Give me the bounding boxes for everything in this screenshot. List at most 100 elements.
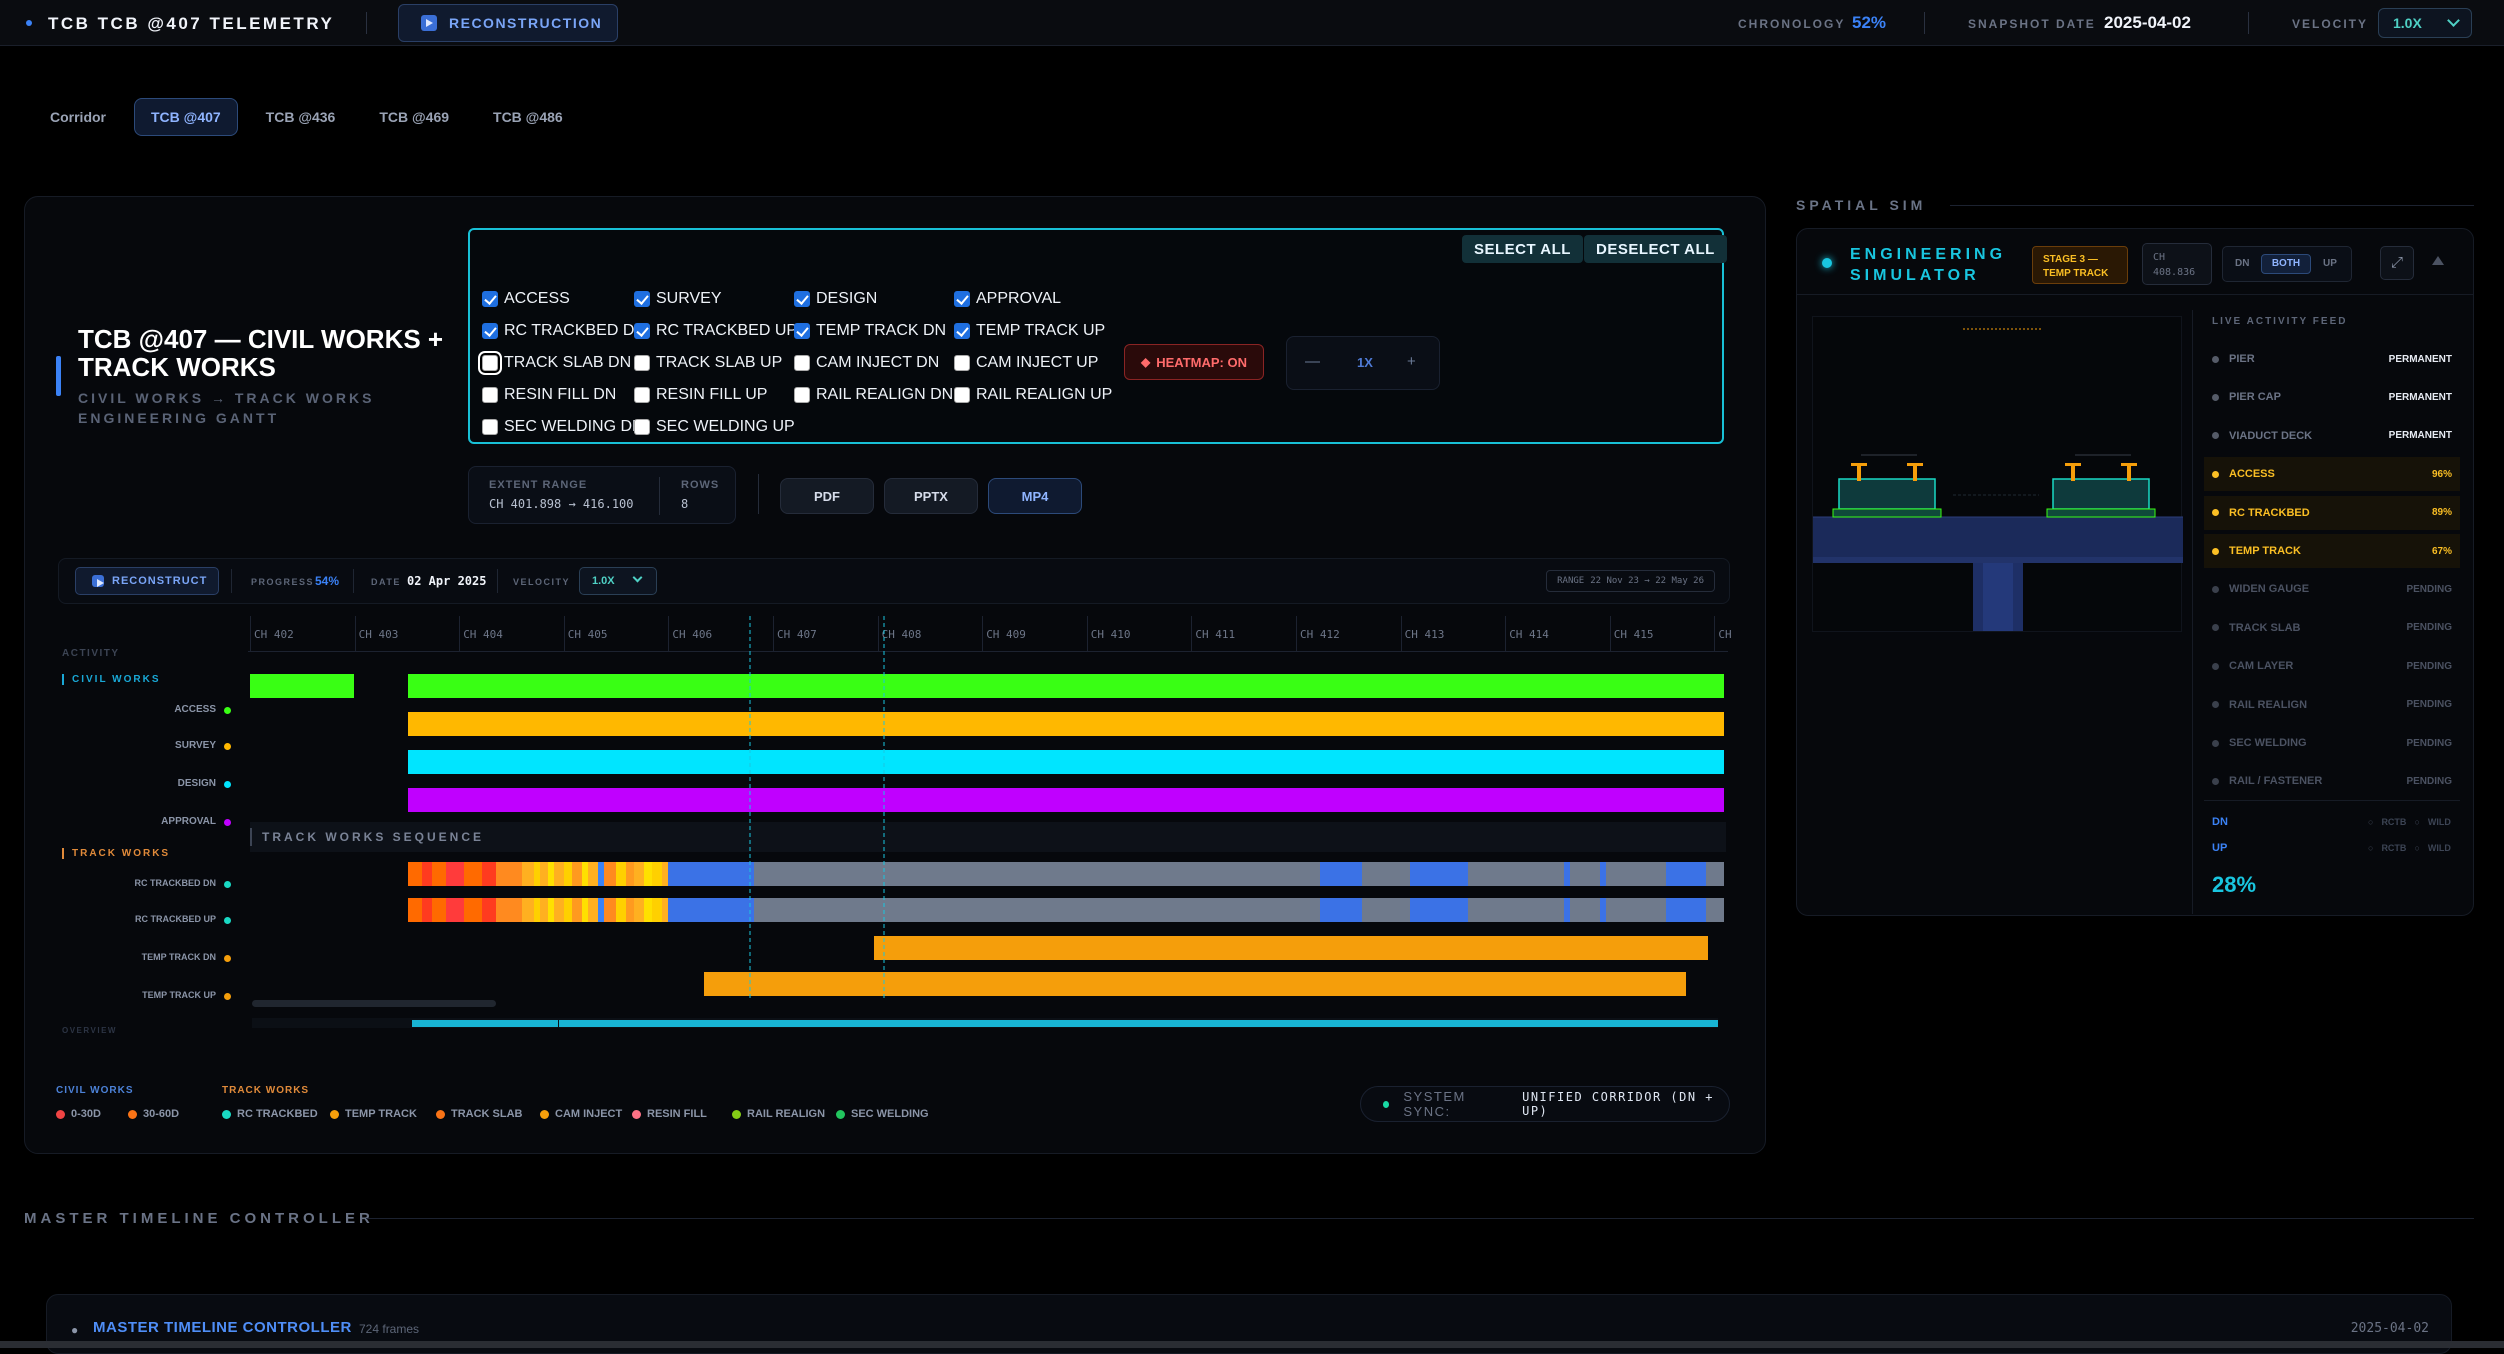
filter-checkbox-resin-fill-dn[interactable]: RESIN FILL DN <box>482 386 616 404</box>
tab-tcb-469[interactable]: TCB @469 <box>363 98 465 136</box>
filter-checkbox-approval[interactable]: APPROVAL <box>954 290 1061 308</box>
direction-up[interactable]: UP <box>2323 258 2337 269</box>
feed-status-dot <box>2212 701 2219 709</box>
tab-tcb-407[interactable]: TCB @407 <box>134 98 238 136</box>
select-all-button[interactable]: SELECT ALL <box>1462 235 1583 263</box>
chainage-gridline <box>1505 616 1507 652</box>
filter-checkbox-access[interactable]: ACCESS <box>482 290 570 308</box>
chainage-gridline <box>1714 616 1716 652</box>
filter-checkbox-survey[interactable]: SURVEY <box>634 290 722 308</box>
activity-color-dot <box>224 707 231 714</box>
master-timeline-header: MASTER TIMELINE CONTROLLER <box>24 1210 374 1227</box>
filter-checkbox-design[interactable]: DESIGN <box>794 290 877 308</box>
feed-label: SEC WELDING <box>2229 737 2307 749</box>
master-date: 2025-04-02 <box>2350 1321 2429 1336</box>
sync-status-dot <box>1383 1100 1390 1108</box>
zoom-out-button[interactable]: — <box>1305 353 1320 370</box>
date-value: 02 Apr 2025 <box>407 574 487 588</box>
checkbox-icon <box>482 419 498 435</box>
subtitle-line: CIVIL WORKS → TRACK WORKS <box>78 390 375 406</box>
zoom-in-button[interactable]: + <box>1407 353 1416 370</box>
legend-item: CAM INJECT <box>540 1108 622 1120</box>
export-pdf-button[interactable]: PDF <box>780 478 874 514</box>
export-pptx-button[interactable]: PPTX <box>884 478 978 514</box>
expand-icon[interactable]: ⤢ <box>2380 246 2414 280</box>
sim-title: ENGINEERING SIMULATOR <box>1850 244 2006 286</box>
chainage-gridline <box>563 616 565 652</box>
gantt-horizontal-scrollbar[interactable] <box>252 1000 496 1007</box>
feed-status: PERMANENT <box>2388 430 2452 442</box>
activity-color-dot <box>224 881 231 888</box>
app-title: TCB TCB @407 TELEMETRY <box>48 14 335 33</box>
chainage-gridline <box>1086 616 1088 652</box>
filter-checkbox-sec-welding-dn[interactable]: SEC WELDING DN <box>482 418 644 436</box>
legend-item: TEMP TRACK <box>330 1108 417 1120</box>
filter-checkbox-cam-inject-dn[interactable]: CAM INJECT DN <box>794 354 939 372</box>
feed-label: RAIL / FASTENER <box>2229 775 2323 788</box>
filter-checkbox-track-slab-up[interactable]: TRACK SLAB UP <box>634 354 782 372</box>
checkbox-icon <box>954 323 970 339</box>
chainage-tick-label: CH 410 <box>1090 628 1131 641</box>
gantt-velocity-select[interactable]: 1.0X <box>579 567 657 595</box>
overview-window <box>412 1020 1718 1027</box>
feed-status: 89% <box>2431 507 2452 519</box>
play-icon <box>92 575 104 587</box>
filter-checkbox-rail-realign-dn[interactable]: RAIL REALIGN DN <box>794 386 953 404</box>
chainage-gridline <box>668 616 670 652</box>
chainage-tick-label: CH <box>1718 628 1732 641</box>
zoom-control: — 1X + <box>1286 336 1440 390</box>
stage-line: TEMP TRACK <box>2043 268 2109 279</box>
rctb-dot-icon: ○ <box>2368 817 2374 827</box>
filter-checkbox-temp-track-up[interactable]: TEMP TRACK UP <box>954 322 1105 340</box>
legend-dot <box>540 1109 549 1119</box>
reconstruct-button[interactable]: RECONSTRUCT <box>75 567 219 595</box>
checkbox-icon <box>794 323 810 339</box>
filter-checkbox-temp-track-dn[interactable]: TEMP TRACK DN <box>794 322 946 340</box>
legend-label: TEMP TRACK <box>345 1108 417 1120</box>
heatmap-toggle[interactable]: ◆ HEATMAP: ON <box>1124 344 1264 380</box>
activity-color-dot <box>224 781 231 788</box>
chainage-tick-label: CH 415 <box>1613 628 1654 641</box>
velocity-select[interactable]: 1.0X <box>2378 8 2472 38</box>
filter-checkbox-rail-realign-up[interactable]: RAIL REALIGN UP <box>954 386 1112 404</box>
collapse-icon[interactable] <box>2432 256 2444 265</box>
legend-civil-title: CIVIL WORKS <box>56 1085 134 1096</box>
filter-checkbox-cam-inject-up[interactable]: CAM INJECT UP <box>954 354 1098 372</box>
filter-checkbox-resin-fill-up[interactable]: RESIN FILL UP <box>634 386 767 404</box>
zoom-level: 1X <box>1357 355 1373 370</box>
legend-dot <box>732 1109 741 1119</box>
legend-dot <box>330 1109 339 1119</box>
overview-marker <box>558 1018 559 1028</box>
tab-corridor[interactable]: Corridor <box>34 98 122 136</box>
activity-color-dot <box>224 819 231 826</box>
feed-status: PERMANENT <box>2388 353 2452 365</box>
deselect-all-button[interactable]: DESELECT ALL <box>1584 235 1727 263</box>
reconstruction-button[interactable]: RECONSTRUCTION <box>398 4 618 42</box>
direction-dn[interactable]: DN <box>2235 258 2249 269</box>
overview-track[interactable] <box>252 1018 1718 1028</box>
dn-wild: WILD <box>2427 817 2451 827</box>
feed-row: WIDEN GAUGE PENDING <box>2204 572 2460 606</box>
filter-checkbox-track-slab-dn[interactable]: TRACK SLAB DN <box>482 354 631 372</box>
activity-label: APPROVAL <box>161 816 216 827</box>
filter-label: RESIN FILL DN <box>504 386 617 403</box>
chainage-tick-label: CH 412 <box>1300 628 1340 641</box>
filter-checkbox-rc-trackbed-up[interactable]: RC TRACKBED UP <box>634 322 797 340</box>
stage-badge: STAGE 3 — TEMP TRACK <box>2032 246 2128 284</box>
tab-tcb-436[interactable]: TCB @436 <box>250 98 352 136</box>
direction-both[interactable]: BOTH <box>2261 254 2311 274</box>
tab-tcb-486[interactable]: TCB @486 <box>477 98 579 136</box>
filter-checkbox-rc-trackbed-dn[interactable]: RC TRACKBED DN <box>482 322 646 340</box>
filter-label: RAIL REALIGN UP <box>976 386 1113 403</box>
viaduct-cross-section <box>1813 328 2183 631</box>
feed-label: RAIL REALIGN <box>2229 698 2308 711</box>
feed-status-dot <box>2212 432 2219 440</box>
filter-label: ACCESS <box>504 290 570 307</box>
group-label-track-works: TRACK WORKS <box>62 848 170 859</box>
export-mp4-button[interactable]: MP4 <box>988 478 1082 514</box>
checkbox-icon <box>482 387 498 403</box>
filter-label: TRACK SLAB UP <box>656 354 783 371</box>
filter-label: CAM INJECT DN <box>816 354 940 371</box>
feed-label: TEMP TRACK <box>2229 545 2301 557</box>
filter-checkbox-sec-welding-up[interactable]: SEC WELDING UP <box>634 418 795 436</box>
